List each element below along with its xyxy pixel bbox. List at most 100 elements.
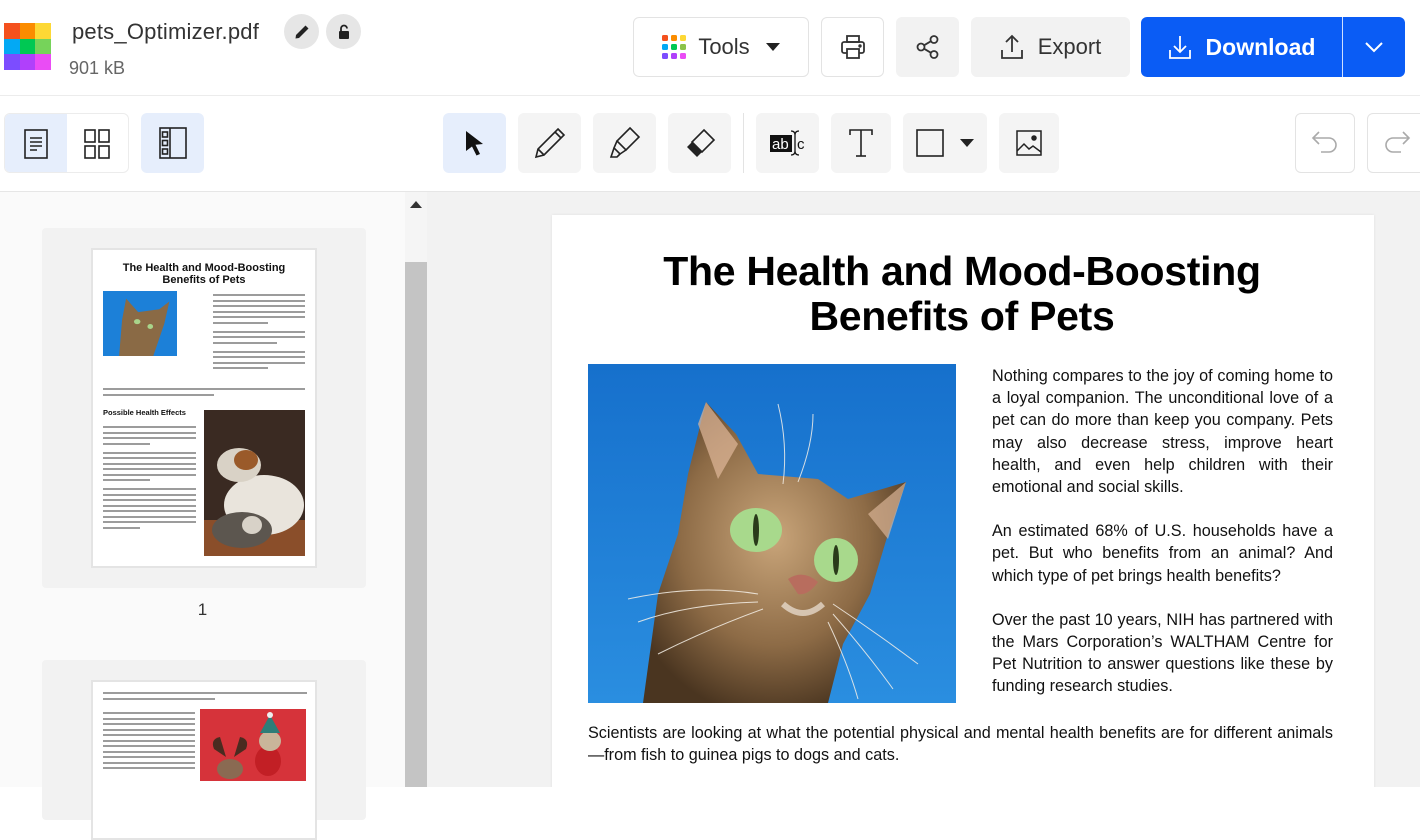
cursor-arrow-icon [465,131,483,156]
printer-icon [840,35,865,59]
unlock-button[interactable] [326,14,361,49]
caret-down-icon [765,43,780,51]
document-title-line1: The Health and Mood-Boosting [663,248,1261,294]
print-button[interactable] [821,17,884,77]
thumbnail-text-block [213,294,305,373]
undo-button[interactable] [1295,113,1355,173]
edit-text-icon: ab c [769,130,805,156]
svg-text:c: c [797,136,805,153]
highlighter-tool[interactable] [593,113,656,173]
tools-grid-dot [671,35,678,41]
share-button[interactable] [896,17,959,77]
thumbnail-text-block [103,692,307,703]
chevron-down-icon [1365,42,1383,53]
thumbnail-panel-icon [158,127,187,159]
tools-grid-dot [662,53,669,59]
rectangle-icon [916,129,944,157]
thumbnail-page-number: 1 [197,600,208,619]
highlighter-icon [609,126,640,158]
paragraph[interactable]: Over the past 10 years, NIH has partnere… [992,609,1333,698]
thumbnail-scrollbar[interactable] [405,192,427,787]
document-title[interactable]: The Health and Mood-Boosting Benefits of… [552,249,1332,339]
thumbnail-text-block [103,712,195,773]
download-icon [1168,36,1191,59]
redo-button[interactable] [1367,113,1420,173]
logo-tile [19,23,36,39]
undo-icon [1311,131,1337,153]
image-tool[interactable] [999,113,1059,173]
paragraph[interactable]: Scientists are looking at what the poten… [588,722,1333,766]
shape-tool-dropdown[interactable] [903,113,987,173]
scrollbar-thumb[interactable] [405,262,427,787]
export-label: Export [1037,34,1102,59]
image-icon [1016,130,1042,156]
tools-grid-icon [662,35,687,59]
grid-view-button[interactable] [67,114,129,172]
tools-grid-dot [662,35,669,41]
thumbnail-panel-toggle[interactable] [141,113,204,173]
share-icon [916,35,938,59]
thumbnail-page-1[interactable]: The Health and Mood-Boosting Benefits of … [42,228,366,588]
thumbnail-holiday-dogs-image [200,709,306,781]
document-viewer: The Health and Mood-Boosting Benefits of… [427,192,1420,787]
app-header: pets_Optimizer.pdf 901 kB Tools Export D [0,0,1420,96]
eraser-icon [686,128,715,157]
file-name[interactable]: pets_Optimizer.pdf [72,19,259,45]
rename-button[interactable] [284,14,319,49]
pencil-icon [534,127,565,159]
scroll-up-arrow[interactable] [410,201,422,208]
tools-label: Tools [698,34,750,59]
toolbar-divider [743,113,744,173]
download-button[interactable]: Download [1141,17,1342,77]
text-icon [849,129,873,157]
download-button-group: Download [1141,17,1405,77]
logo-tile [4,54,20,70]
single-page-view-button[interactable] [5,114,67,172]
export-button[interactable]: Export [971,17,1130,77]
thumbnail-text-block [103,426,196,532]
pencil-icon [295,25,308,38]
edit-toolbar: ab c [0,96,1420,192]
thumbnail-subheading: Possible Health Effects [103,408,186,417]
logo-tile [4,23,20,39]
file-size: 901 kB [69,58,126,78]
grid-icon [84,129,111,159]
intro-text-column: Nothing compares to the joy of coming ho… [992,365,1333,720]
thumbnail-page-preview [91,680,317,840]
logo-tile [4,38,20,55]
paragraph[interactable]: An estimated 68% of U.S. households have… [992,520,1333,587]
upload-icon [1000,34,1023,59]
logo-tile [35,23,51,39]
tools-dropdown[interactable]: Tools [633,17,809,77]
thumbnail-page-preview: The Health and Mood-Boosting Benefits of … [91,248,317,568]
tools-grid-dot [680,53,687,59]
tools-grid-dot [680,35,687,41]
eraser-tool[interactable] [668,113,731,173]
cat-image[interactable] [588,364,956,703]
caret-down-icon [960,139,974,147]
select-tool[interactable] [443,113,506,173]
download-options-button[interactable] [1343,17,1405,77]
download-label: Download [1205,33,1316,60]
add-text-tool[interactable] [831,113,891,173]
pencil-tool[interactable] [518,113,581,173]
thumbnail-dog-cat-image [204,410,305,556]
edit-text-tool[interactable]: ab c [756,113,819,173]
pdf-page[interactable]: The Health and Mood-Boosting Benefits of… [552,215,1374,787]
edit-text-glyph: ab [772,136,789,153]
thumbnail-panel: The Health and Mood-Boosting Benefits of … [0,192,405,840]
unlock-icon [338,24,349,39]
thumbnail-page-2[interactable] [42,660,366,840]
tools-grid-dot [680,44,687,50]
logo-tile [35,54,51,70]
paragraph[interactable]: Nothing compares to the joy of coming ho… [992,365,1333,498]
app-logo [4,23,51,70]
logo-tile [35,38,51,55]
logo-tile [19,38,36,55]
thumbnail-text-block [103,388,305,399]
thumbnail-cat-image [103,291,177,356]
thumbnail-title: The Health and Mood-Boosting Benefits of … [122,262,286,286]
tools-grid-dot [662,44,669,50]
document-title-line2: Benefits of Pets [809,293,1115,339]
document-icon [23,129,48,159]
